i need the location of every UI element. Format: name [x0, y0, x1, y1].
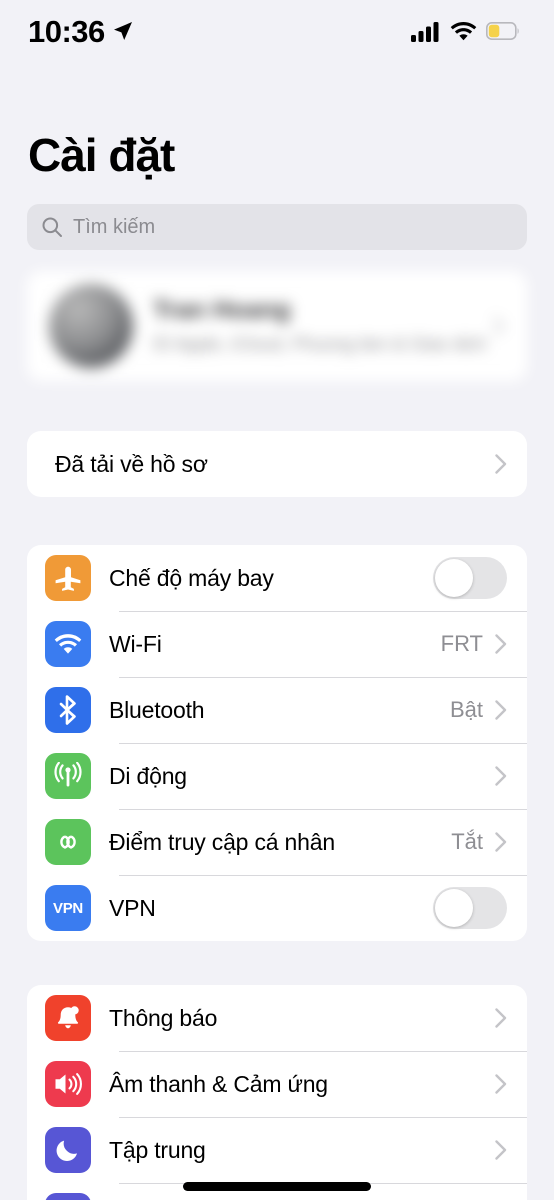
chevron-right-icon [495, 634, 507, 654]
settings-row-focus[interactable]: Tập trung [27, 1117, 527, 1183]
hotspot-link-icon [45, 819, 91, 865]
row-label: Thông báo [109, 1004, 218, 1031]
page-title: Cài đặt [28, 129, 175, 181]
connectivity-card: Chế độ máy bay Wi-Fi FRT Bluetooth Bật D… [27, 545, 527, 941]
status-bar-right [411, 21, 520, 42]
vpn-toggle[interactable] [433, 887, 507, 929]
status-bar-left: 10:36 [28, 16, 133, 47]
cellular-antenna-icon [45, 753, 91, 799]
settings-screen: 10:36 Cài đặt Tìm kiếm Tran Hoang ID App… [0, 0, 554, 1200]
hotspot-value: Tắt [451, 829, 483, 854]
search-icon [42, 217, 62, 237]
chevron-right-icon [495, 1074, 507, 1094]
settings-row-profile-downloaded[interactable]: Đã tải về hồ sơ [27, 431, 527, 497]
settings-row-vpn[interactable]: VPN VPN [27, 875, 527, 941]
bell-icon [45, 995, 91, 1041]
row-label: VPN [109, 894, 156, 921]
settings-row-personal-hotspot[interactable]: Điểm truy cập cá nhân Tắt [27, 809, 527, 875]
cellular-bars-icon [411, 21, 439, 42]
profile-subtitle: ID Apple, iCloud, Phuong tien & Giao dic… [153, 333, 487, 354]
settings-row-bluetooth[interactable]: Bluetooth Bật [27, 677, 527, 743]
home-indicator[interactable] [183, 1182, 371, 1191]
settings-row-cellular[interactable]: Di động [27, 743, 527, 809]
vpn-icon: VPN [45, 885, 91, 931]
moon-icon [45, 1127, 91, 1173]
bluetooth-value: Bật [449, 697, 483, 722]
row-label: Bluetooth [109, 696, 205, 723]
settings-row-wifi[interactable]: Wi-Fi FRT [27, 611, 527, 677]
settings-row-notifications[interactable]: Thông báo [27, 985, 527, 1051]
location-arrow-icon [113, 22, 132, 40]
speaker-icon [45, 1061, 91, 1107]
row-label: Âm thanh & Cảm ứng [109, 1070, 328, 1097]
settings-row-sounds-haptics[interactable]: Âm thanh & Cảm ứng [27, 1051, 527, 1117]
row-label: Điểm truy cập cá nhân [109, 828, 335, 855]
notifications-card: Thông báo Âm thanh & Cảm ứng Tập trung [27, 985, 527, 1200]
avatar [49, 284, 133, 368]
chevron-right-icon [493, 316, 505, 336]
status-bar-clock: 10:36 [28, 13, 105, 49]
row-label: Di động [109, 762, 187, 789]
row-label: Chế độ máy bay [109, 564, 274, 591]
chevron-right-icon [495, 700, 507, 720]
row-label: Wi-Fi [109, 630, 162, 657]
row-label: Tập trung [109, 1136, 206, 1163]
profile-text: Tran Hoang ID Apple, iCloud, Phuong tien… [153, 296, 493, 356]
vpn-icon-label: VPN [53, 899, 83, 917]
wifi-icon [450, 22, 477, 41]
bluetooth-icon [45, 687, 91, 733]
row-label: Đã tải về hồ sơ [55, 450, 208, 477]
profile-downloaded-card: Đã tải về hồ sơ [27, 431, 527, 497]
chevron-right-icon [495, 766, 507, 786]
airplane-icon [45, 555, 91, 601]
screen-time-icon [45, 1193, 91, 1200]
battery-low-power-icon [486, 22, 519, 40]
airplane-mode-toggle[interactable] [433, 557, 507, 599]
settings-row-airplane-mode[interactable]: Chế độ máy bay [27, 545, 527, 611]
chevron-right-icon [495, 832, 507, 852]
search-placeholder: Tìm kiếm [73, 215, 156, 238]
wifi-value: FRT [440, 631, 483, 656]
chevron-right-icon [495, 454, 507, 474]
wifi-icon [45, 621, 91, 667]
profile-name: Tran Hoang [153, 295, 291, 324]
chevron-right-icon [495, 1008, 507, 1028]
apple-id-profile-row[interactable]: Tran Hoang ID Apple, iCloud, Phuong tien… [27, 271, 527, 381]
chevron-right-icon [495, 1140, 507, 1160]
status-bar: 10:36 [0, 0, 554, 62]
search-input[interactable]: Tìm kiếm [27, 204, 527, 250]
